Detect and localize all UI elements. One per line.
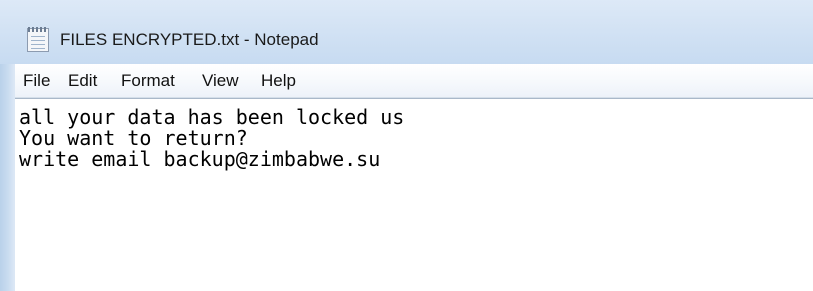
editor-content[interactable]: all your data has been locked us You wan…: [19, 107, 404, 170]
notepad-icon-spiral: [28, 27, 48, 32]
editor-line: write email backup@zimbabwe.su: [19, 147, 381, 171]
text-editor[interactable]: all your data has been locked us You wan…: [15, 98, 813, 291]
title-bar[interactable]: FILES ENCRYPTED.txt - Notepad: [0, 0, 813, 64]
menu-edit[interactable]: Edit: [68, 71, 97, 91]
menu-bar: File Edit Format View Help: [15, 64, 813, 98]
menu-file[interactable]: File: [23, 71, 50, 91]
notepad-icon[interactable]: [27, 27, 49, 52]
notepad-window: FILES ENCRYPTED.txt - Notepad File Edit …: [0, 0, 813, 291]
window-title: FILES ENCRYPTED.txt - Notepad: [60, 30, 319, 49]
menu-view[interactable]: View: [202, 71, 239, 91]
menu-help[interactable]: Help: [261, 71, 296, 91]
notepad-icon-lines: [31, 36, 45, 49]
menu-format[interactable]: Format: [121, 71, 175, 91]
